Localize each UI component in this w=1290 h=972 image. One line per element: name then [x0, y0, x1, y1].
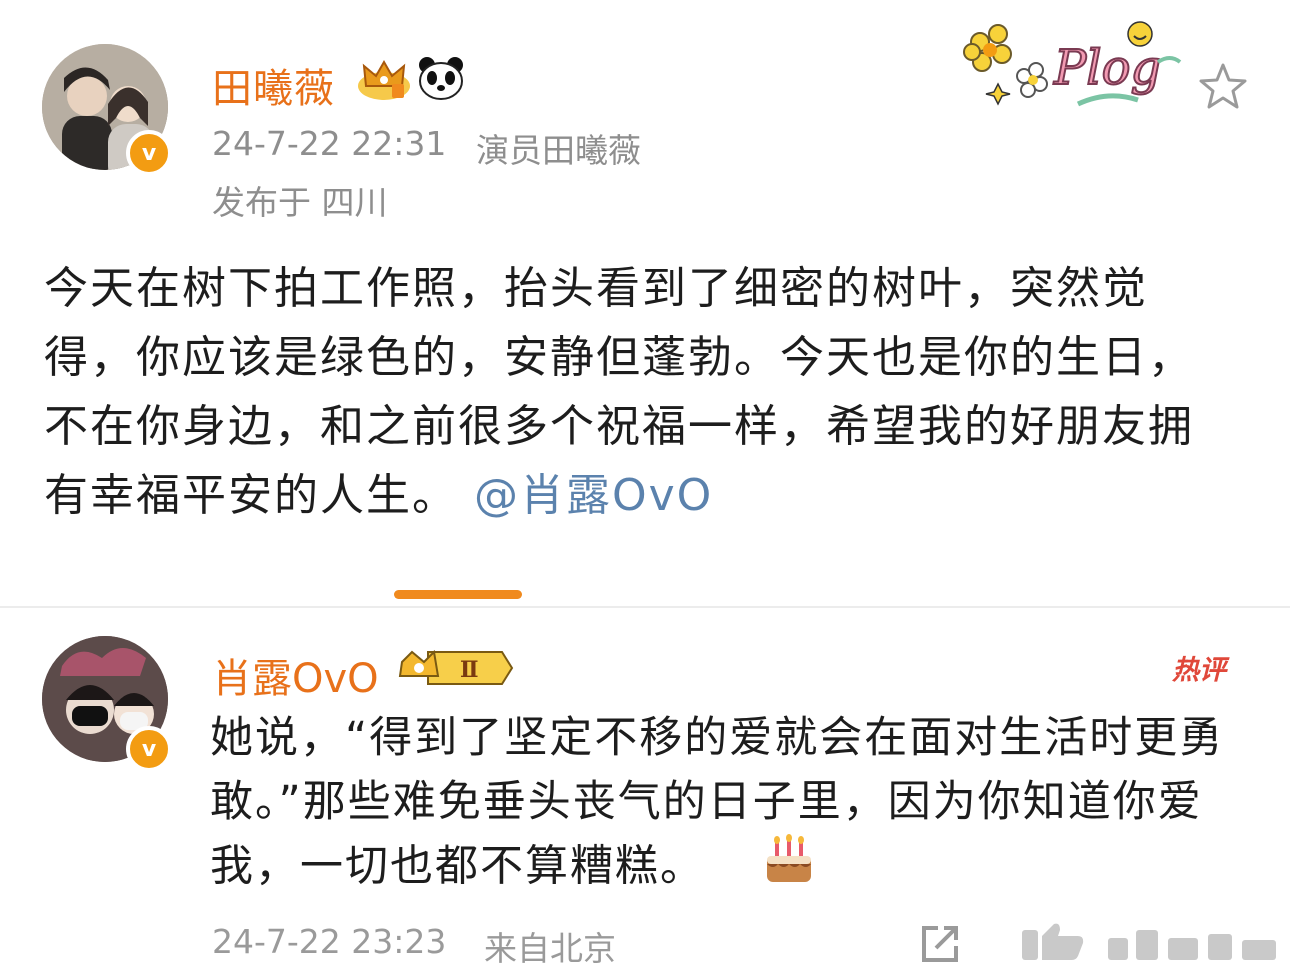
post-location: 发布于 四川 [212, 183, 388, 222]
verified-badge-icon: v [126, 130, 172, 176]
comment-text: 她说，“得到了坚定不移的爱就会在面对生活时更勇敢。”那些难免垂头丧气的日子里，因… [210, 713, 1225, 892]
section-divider [0, 606, 1290, 608]
comment-author-name[interactable]: 肖露OvO [212, 646, 379, 704]
level-badge-text: Ⅱ [460, 657, 479, 683]
star-icon[interactable] [1198, 62, 1248, 110]
cake-icon [761, 834, 817, 904]
mention-link[interactable]: @肖露OvO [474, 470, 713, 521]
like-icon[interactable] [1018, 920, 1280, 966]
tab-indicator [394, 590, 522, 599]
hot-comment-badge: 热评 [1172, 655, 1226, 686]
post-body: 今天在树下拍工作照，抬头看到了细密的树叶，突然觉得，你应该是绿色的，安静但蓬勃。… [44, 254, 1234, 530]
post-author-name[interactable]: 田曦薇 [212, 56, 335, 114]
post-source: 演员田曦薇 [476, 131, 641, 170]
crown-icon[interactable] [356, 56, 412, 102]
post-timestamp: 24-7-22 22:31 [212, 124, 447, 163]
comment-source: 来自北京 [484, 929, 616, 968]
share-icon[interactable] [918, 922, 962, 966]
comment-body: 她说，“得到了坚定不移的爱就会在面对生活时更勇敢。”那些难免垂头丧气的日子里，因… [210, 706, 1260, 904]
sticker-label: Plog [1053, 40, 1161, 96]
comment-timestamp: 24-7-22 23:23 [212, 922, 447, 961]
level-badge[interactable]: Ⅱ [398, 646, 516, 690]
panda-icon [418, 56, 464, 100]
verified-badge-icon: v [126, 726, 172, 772]
plog-sticker: Plog [958, 12, 1198, 118]
